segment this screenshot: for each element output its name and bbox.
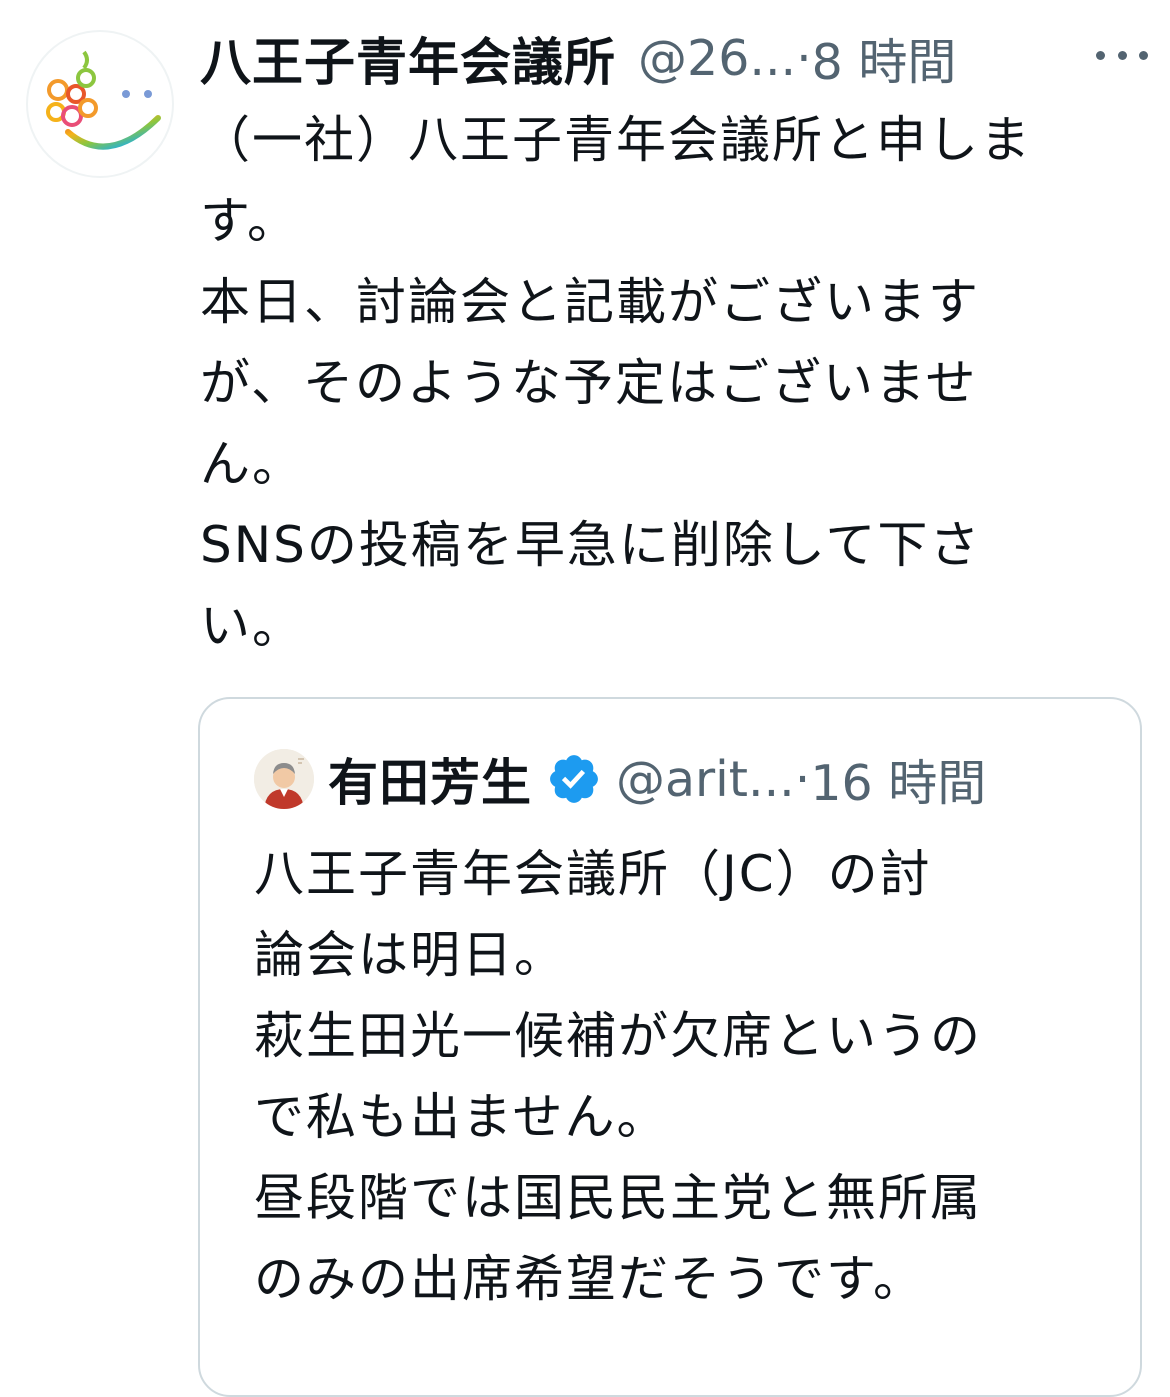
separator-dot: ·	[794, 750, 811, 808]
tweet-body-line: 本日、討論会と記載がございます	[200, 273, 980, 331]
tweet-body-line: ん。	[200, 435, 304, 493]
timestamp[interactable]: 8 時間	[812, 23, 957, 94]
avatar[interactable]	[26, 30, 174, 178]
tweet[interactable]: 八王子青年会議所 @26... · 8 時間 （一社）八王子青年会議所と申しま …	[0, 0, 1170, 1397]
quoted-body-line: 昼段階では国民民主党と無所属	[254, 1169, 982, 1227]
tweet-body-line: す。	[200, 192, 299, 250]
tweet-header: 八王子青年会議所 @26... · 8 時間	[200, 22, 1150, 94]
quoted-user-handle: @arit...	[616, 750, 795, 808]
dot-icon	[1117, 50, 1127, 60]
quoted-tweet[interactable]: 有田芳生 @arit... · 16 時間 八王子青年会議所（JC）の討 論会は…	[198, 697, 1142, 1397]
quoted-body-line: 八王子青年会議所（JC）の討	[254, 845, 932, 903]
dot-icon	[1139, 50, 1148, 60]
separator-dot: ·	[796, 29, 812, 87]
smiley-logo-icon	[46, 50, 161, 150]
quoted-body-line: 論会は明日。	[254, 926, 566, 984]
quoted-body-line: 萩生田光一候補が欠席というの	[254, 1007, 982, 1065]
user-avatar-icon	[254, 749, 314, 809]
tweet-body: （一社）八王子青年会議所と申しま す。 本日、討論会と記載がございます が、その…	[200, 100, 1150, 667]
quoted-header: 有田芳生 @arit... · 16 時間	[328, 739, 1128, 819]
tweet-body-line: （一社）八王子青年会議所と申しま	[200, 111, 1032, 169]
quoted-timestamp: 16 時間	[810, 754, 987, 812]
quoted-body-line: で私も出ません。	[254, 1088, 669, 1146]
dot-icon	[1096, 50, 1105, 60]
user-handle[interactable]: @26...	[638, 30, 796, 87]
quoted-display-name: 有田芳生	[328, 754, 532, 812]
verified-badge-icon	[550, 755, 598, 803]
quoted-avatar[interactable]	[254, 749, 314, 809]
tweet-body-line: が、そのような予定はございませ	[200, 354, 978, 412]
tweet-body-line: い。	[200, 597, 304, 655]
tweet-body-line: SNSの投稿を早急に削除して下さ	[200, 516, 982, 574]
quoted-body-line: のみの出席希望だそうです。	[254, 1250, 925, 1308]
quoted-body: 八王子青年会議所（JC）の討 論会は明日。 萩生田光一候補が欠席というの で私も…	[254, 834, 1114, 1320]
more-options-icon[interactable]	[1096, 40, 1148, 70]
display-name[interactable]: 八王子青年会議所	[200, 21, 616, 95]
